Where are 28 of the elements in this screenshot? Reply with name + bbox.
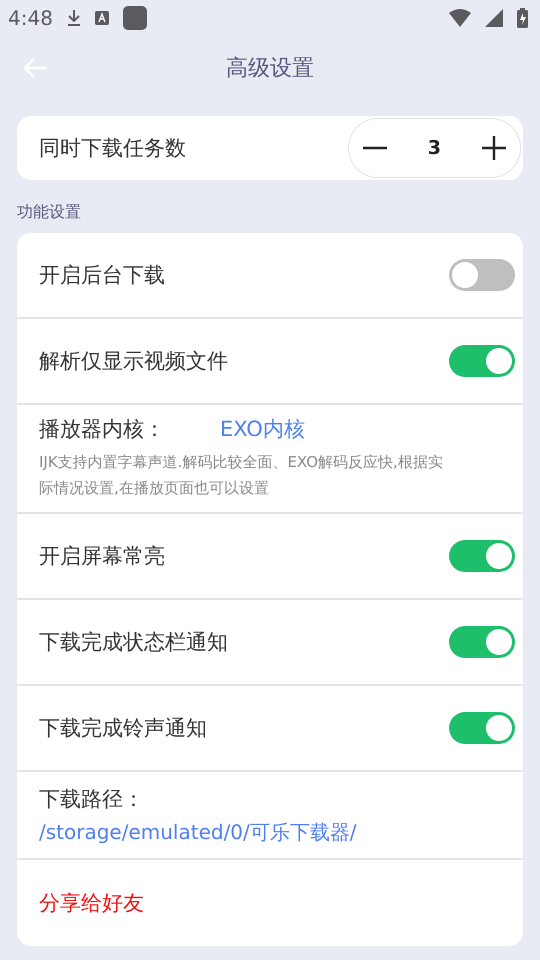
page-title: 高级设置	[226, 55, 314, 83]
toggle-switch[interactable]	[449, 626, 515, 658]
plus-icon[interactable]	[481, 135, 507, 161]
setting-label: 同时下载任务数	[39, 135, 186, 162]
setting-label: 下载完成铃声通知	[39, 715, 207, 742]
toggle-switch[interactable]	[449, 345, 515, 377]
stepper-value: 3	[428, 137, 441, 159]
wifi-icon	[449, 9, 471, 27]
setting-label: 播放器内核：	[39, 416, 165, 443]
notification-icon	[94, 11, 109, 25]
setting-label: 下载路径：	[39, 786, 144, 812]
status-time: 4:48	[8, 6, 53, 30]
toggle-switch[interactable]	[449, 540, 515, 572]
section-title: 功能设置	[17, 202, 82, 223]
setting-label: 解析仅显示视频文件	[39, 348, 228, 375]
share-link[interactable]: 分享给好友	[39, 889, 144, 917]
app-icon	[122, 6, 147, 30]
setting-label: 开启屏幕常亮	[39, 543, 165, 570]
toggle-switch[interactable]	[449, 259, 515, 291]
toggle-switch[interactable]	[449, 712, 515, 744]
player-core-value[interactable]: EXO内核	[220, 415, 305, 443]
setting-label: 开启后台下载	[39, 262, 165, 289]
signal-icon	[485, 9, 503, 27]
setting-description: IJK支持内置字幕声道.解码比较全面、EXO解码反应快,根据实际情况设置,在播放页面也可以设置	[39, 452, 444, 499]
download-icon	[66, 9, 81, 27]
setting-label: 下载完成状态栏通知	[39, 629, 228, 656]
download-path[interactable]: /storage/emulated/0/可乐下载器/	[39, 818, 357, 846]
battery-icon	[517, 8, 528, 28]
